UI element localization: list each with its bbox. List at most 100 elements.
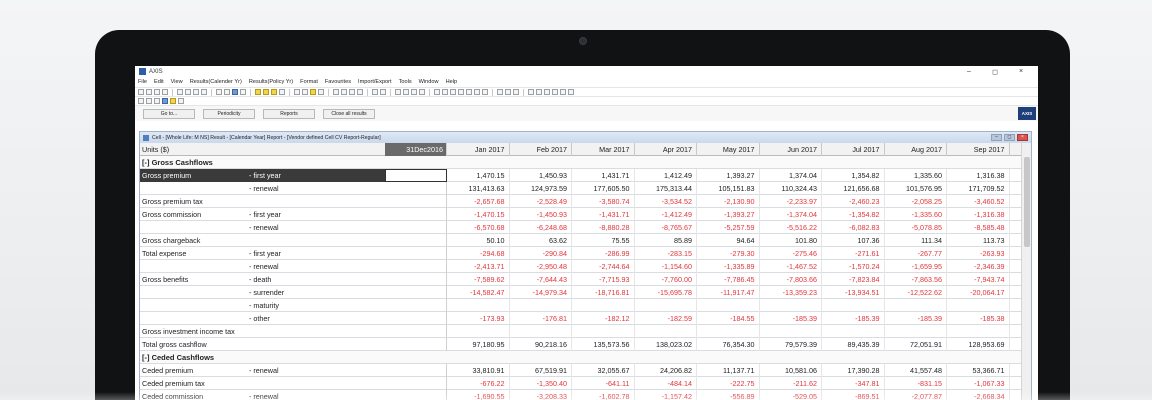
value-cell[interactable] (572, 324, 635, 338)
value-cell[interactable]: -8,765.67 (635, 220, 697, 234)
toolbar-icon[interactable] (434, 89, 440, 95)
value-cell[interactable]: -290.84 (510, 246, 572, 260)
child-close-button[interactable]: × (1017, 134, 1028, 141)
opening-cell[interactable] (385, 363, 447, 377)
value-cell[interactable] (697, 324, 760, 338)
value-cell[interactable]: 124,973.59 (510, 181, 572, 195)
value-cell[interactable]: 101,576.95 (885, 181, 947, 195)
toolbar-icon[interactable] (162, 89, 168, 95)
menu-item-edit[interactable]: Edit (154, 79, 164, 85)
scrollbar-thumb[interactable] (1024, 157, 1030, 247)
column-header[interactable]: Sep 2017 (947, 142, 1010, 156)
value-cell[interactable]: -3,534.52 (635, 194, 697, 208)
column-header[interactable]: Apr 2017 (635, 142, 697, 156)
opening-cell[interactable] (385, 272, 447, 286)
value-cell[interactable]: -263.93 (947, 246, 1010, 260)
toolbar-icon[interactable] (341, 89, 347, 95)
value-cell[interactable]: -182.59 (635, 311, 697, 325)
toolbar-icon[interactable] (497, 89, 503, 95)
toolbar-icon[interactable] (263, 89, 269, 95)
table-row[interactable]: - renewal -6,570.68 -6,248.68 -8,880.28 -8,7… (140, 220, 1022, 234)
value-cell[interactable]: -7,823.84 (822, 272, 885, 286)
toolbar-icon[interactable] (482, 89, 488, 95)
value-cell[interactable]: -271.61 (822, 246, 885, 260)
value-cell[interactable]: -14,582.47 (447, 285, 510, 299)
value-cell[interactable]: 1,335.60 (885, 168, 947, 182)
value-cell[interactable]: 110,324.43 (760, 181, 822, 195)
value-cell[interactable]: 105,151.83 (697, 181, 760, 195)
value-cell[interactable]: -185.38 (947, 311, 1010, 325)
value-cell[interactable]: 89,435.39 (822, 337, 885, 351)
value-cell[interactable]: -7,943.74 (947, 272, 1010, 286)
value-cell[interactable]: -831.15 (885, 376, 947, 390)
child-minimize-button[interactable]: – (991, 134, 1002, 141)
toolbar-icon[interactable] (294, 89, 300, 95)
table-row[interactable]: - maturity (140, 298, 1022, 312)
value-cell[interactable]: 1,354.82 (822, 168, 885, 182)
menu-item-favourites[interactable]: Favourites (325, 79, 351, 85)
value-cell[interactable]: 75.55 (572, 233, 635, 247)
value-cell[interactable]: -1,335.60 (885, 207, 947, 221)
value-cell[interactable] (822, 298, 885, 312)
toolbar-icon[interactable] (403, 89, 409, 95)
value-cell[interactable]: -7,760.00 (635, 272, 697, 286)
toolbar-icon[interactable] (513, 89, 519, 95)
value-cell[interactable] (447, 298, 510, 312)
toolbar-icon[interactable] (395, 89, 401, 95)
column-header[interactable]: Mar 2017 (572, 142, 635, 156)
opening-cell[interactable] (385, 311, 447, 325)
value-cell[interactable]: 138,023.02 (635, 337, 697, 351)
menu-item-view[interactable]: View (171, 79, 183, 85)
value-cell[interactable]: 85.89 (635, 233, 697, 247)
value-cell[interactable]: -2,058.25 (885, 194, 947, 208)
value-cell[interactable]: -7,803.66 (760, 272, 822, 286)
value-cell[interactable]: 1,450.93 (510, 168, 572, 182)
value-cell[interactable] (635, 324, 697, 338)
value-cell[interactable]: -5,257.59 (697, 220, 760, 234)
toolbar-icon[interactable] (466, 89, 472, 95)
value-cell[interactable]: -1,354.82 (822, 207, 885, 221)
table-row[interactable]: Gross premium - first year 1,470.15 1,450.9… (140, 168, 1022, 182)
value-cell[interactable]: 63.62 (510, 233, 572, 247)
value-cell[interactable]: 1,470.15 (447, 168, 510, 182)
table-row[interactable]: Total expense - first year -294.68 -290.84-… (140, 246, 1022, 260)
value-cell[interactable]: 79,579.39 (760, 337, 822, 351)
section-header-row[interactable]: [-] Gross Cashflows (140, 156, 1022, 169)
value-cell[interactable]: -1,659.95 (885, 259, 947, 273)
value-cell[interactable]: -6,082.83 (822, 220, 885, 234)
toolbar-icon[interactable] (318, 89, 324, 95)
value-cell[interactable] (760, 324, 822, 338)
value-cell[interactable]: -1,374.04 (760, 207, 822, 221)
toolbar-icon[interactable] (216, 89, 222, 95)
value-cell[interactable]: 111.34 (885, 233, 947, 247)
toolbar-icon[interactable] (419, 89, 425, 95)
value-cell[interactable]: -1,431.71 (572, 207, 635, 221)
maximize-button[interactable]: ◻ (982, 68, 1008, 76)
toolbar-icon[interactable] (568, 89, 574, 95)
opening-cell[interactable] (385, 207, 447, 221)
menu-item-window[interactable]: Window (419, 79, 439, 85)
toolbar-icon[interactable] (302, 89, 308, 95)
goto-button[interactable]: Go to... (143, 108, 195, 119)
value-cell[interactable]: -2,528.49 (510, 194, 572, 208)
toolbar-icon[interactable] (224, 89, 230, 95)
menu-item-help[interactable]: Help (446, 79, 458, 85)
value-cell[interactable]: -8,880.28 (572, 220, 635, 234)
toolbar-icon[interactable] (170, 98, 176, 104)
value-cell[interactable]: -185.39 (760, 311, 822, 325)
toolbar-icon[interactable] (357, 89, 363, 95)
opening-cell[interactable] (385, 181, 447, 195)
opening-cell[interactable] (385, 376, 447, 390)
toolbar-icon[interactable] (372, 89, 378, 95)
toolbar-icon[interactable] (380, 89, 386, 95)
table-row[interactable]: - renewal -2,413.71 -2,950.48 -2,744.64 -1,1… (140, 259, 1022, 273)
toolbar-icon[interactable] (154, 98, 160, 104)
value-cell[interactable]: -7,786.45 (697, 272, 760, 286)
value-cell[interactable]: 113.73 (947, 233, 1010, 247)
value-cell[interactable]: -185.39 (885, 311, 947, 325)
value-cell[interactable]: -7,589.62 (447, 272, 510, 286)
table-row[interactable]: Ceded premium - renewal 33,810.91 67,519.91… (140, 363, 1022, 377)
opening-cell[interactable] (385, 324, 447, 338)
value-cell[interactable]: -484.14 (635, 376, 697, 390)
menu-item-file[interactable]: File (138, 79, 147, 85)
